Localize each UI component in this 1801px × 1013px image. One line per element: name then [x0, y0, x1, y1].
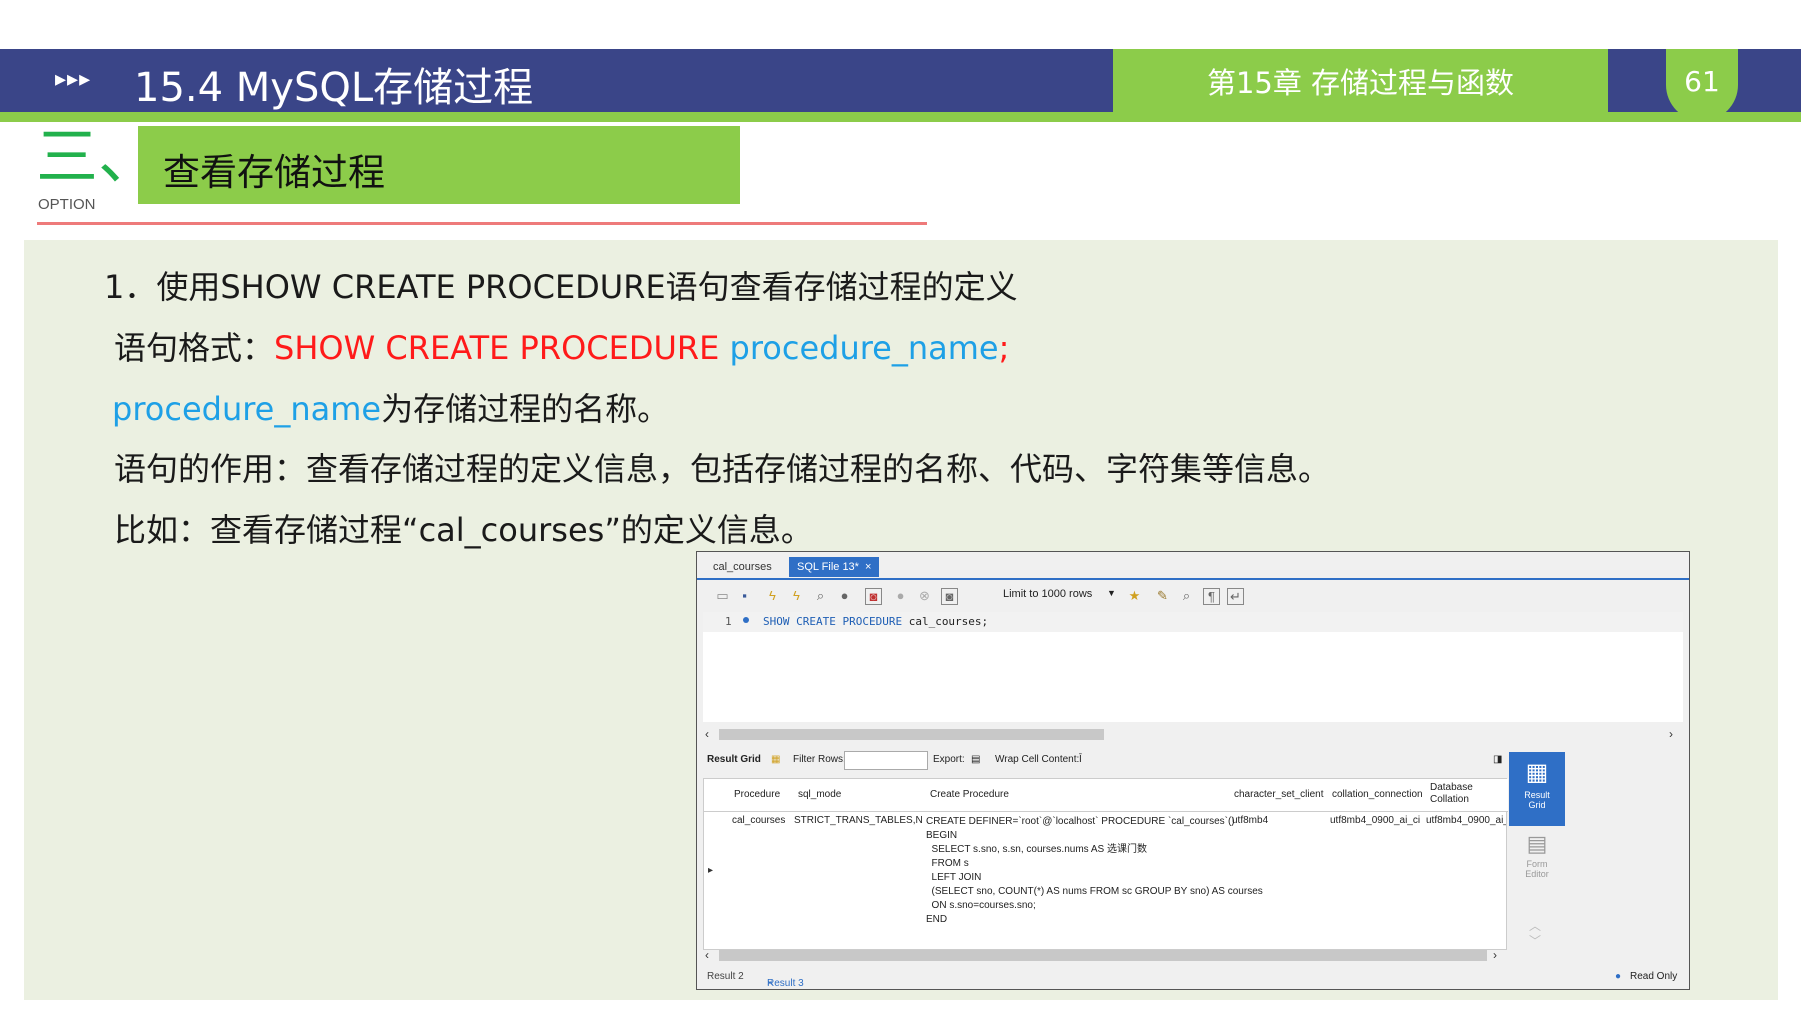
- export-label: Export:: [933, 754, 965, 765]
- save-icon[interactable]: ▪: [737, 588, 752, 603]
- tab-result-2[interactable]: Result 2: [707, 971, 744, 982]
- cell-create-procedure[interactable]: CREATE DEFINER=`root`@`localhost` PROCED…: [926, 815, 1263, 927]
- wrap-cell-icon[interactable]: Ī: [1079, 754, 1082, 765]
- chevron-right-icon[interactable]: ›: [1493, 948, 1497, 962]
- invisible-chars-icon[interactable]: ¶: [1203, 588, 1220, 605]
- param-text: 为存储过程的名称。: [381, 390, 670, 428]
- filter-rows-label: Filter Rows:: [793, 754, 846, 765]
- result-grid-side-label: Result Grid: [1524, 790, 1550, 810]
- editor-scrollbar[interactable]: ‹ ›: [703, 727, 1683, 741]
- result-grid-icon: ▦: [1525, 759, 1549, 786]
- grid-icon[interactable]: ▦: [771, 754, 780, 765]
- commit-icon[interactable]: ●: [893, 588, 908, 603]
- sql-editor[interactable]: 1 SHOW CREATE PROCEDURE cal_courses;: [703, 612, 1683, 722]
- section-underline: [37, 222, 927, 225]
- example-line: 比如：查看存储过程“cal_courses”的定义信息。: [114, 511, 813, 549]
- point-1: 1．使用SHOW CREATE PROCEDURE语句查看存储过程的定义: [104, 268, 1018, 306]
- workbench-screenshot: cal_courses SQL File 13* × ▭ ▪ ϟ ϟ ⌕ ● ◙ …: [696, 551, 1690, 990]
- section-title: 查看存储过程: [163, 151, 385, 194]
- tab-sql-file-label: SQL File 13*: [797, 561, 859, 573]
- page-number-badge: 61: [1666, 49, 1738, 121]
- statement-marker-icon: [743, 617, 749, 623]
- close-icon[interactable]: ×: [767, 978, 773, 989]
- editor-tabs: cal_courses SQL File 13* ×: [697, 552, 1689, 580]
- result-tabs-bar: Result 2 Result 3 × ● Read Only: [697, 964, 1689, 989]
- star-icon[interactable]: ★: [1127, 588, 1142, 603]
- close-icon[interactable]: ×: [865, 561, 871, 573]
- form-editor-icon: ▤: [1526, 831, 1548, 856]
- toggle-autocommit-icon[interactable]: ◙: [865, 588, 882, 605]
- grid-scrollbar[interactable]: ‹ ›: [703, 948, 1507, 962]
- row-selector-icon[interactable]: ▸: [708, 865, 713, 876]
- chevron-left-icon[interactable]: ‹: [705, 948, 709, 962]
- cell-procedure[interactable]: cal_courses: [732, 815, 785, 826]
- rollback-icon[interactable]: ⊗: [917, 588, 932, 603]
- export-icon[interactable]: ▤: [971, 754, 980, 765]
- chevron-right-icon[interactable]: ›: [1669, 727, 1673, 741]
- syntax-prefix: 语句格式：: [114, 329, 275, 367]
- result-grid-label[interactable]: Result Grid: [707, 754, 761, 765]
- panel-toggle-icon[interactable]: ◨: [1493, 754, 1502, 765]
- grid-header: Procedure sql_mode Create Procedure char…: [704, 779, 1508, 812]
- chapter-title: 第15章 存储过程与函数: [1206, 66, 1515, 100]
- form-editor-side-button[interactable]: ▤ Form Editor: [1509, 829, 1565, 891]
- execute-current-icon[interactable]: ϟ: [789, 588, 804, 603]
- syntax-semicolon: ;: [998, 329, 1010, 367]
- col-collation-connection[interactable]: collation_connection: [1332, 789, 1423, 800]
- section-option-label: OPTION: [38, 196, 96, 213]
- sql-toolbar: ▭ ▪ ϟ ϟ ⌕ ● ◙ ● ⊗ ◙ Limit to 1000 rows ▼…: [697, 580, 1689, 610]
- col-sql-mode[interactable]: sql_mode: [798, 789, 841, 800]
- tab-sql-file[interactable]: SQL File 13* ×: [789, 557, 880, 577]
- wrap-cell-label: Wrap Cell Content:: [995, 754, 1080, 765]
- syntax-param: procedure_name: [729, 329, 999, 367]
- read-only-label: Read Only: [1630, 971, 1678, 982]
- col-create-procedure[interactable]: Create Procedure: [930, 789, 1009, 800]
- wrap-lines-icon[interactable]: ↵: [1227, 588, 1244, 605]
- result-grid: Procedure sql_mode Create Procedure char…: [703, 778, 1508, 950]
- cell-sql-mode[interactable]: STRICT_TRANS_TABLES,NO_EN: [794, 815, 922, 826]
- chevron-down-icon[interactable]: ﹀: [1529, 932, 1541, 949]
- execute-icon[interactable]: ϟ: [765, 588, 780, 603]
- beautify-icon[interactable]: ✎: [1155, 588, 1170, 603]
- search-icon[interactable]: ⌕: [1179, 588, 1194, 603]
- syntax-keyword: SHOW CREATE PROCEDURE: [274, 329, 720, 367]
- cell-database-collation[interactable]: utf8mb4_0900_ai_ci: [1426, 815, 1506, 826]
- col-procedure[interactable]: Procedure: [734, 789, 780, 800]
- chevron-down-icon[interactable]: ▼: [1107, 588, 1116, 598]
- stop-icon[interactable]: ●: [837, 588, 852, 603]
- info-icon: ●: [1615, 971, 1622, 982]
- filter-rows-input[interactable]: [844, 751, 928, 770]
- sql-code-rest: cal_courses;: [902, 615, 989, 628]
- explain-icon[interactable]: ⌕: [813, 588, 828, 603]
- tab-cal-courses[interactable]: cal_courses: [705, 557, 780, 577]
- param-name: procedure_name: [112, 390, 382, 428]
- param-description: procedure_name为存储过程的名称。: [112, 384, 669, 430]
- line-number: 1: [725, 615, 732, 628]
- slide-title: 15.4 MySQL存储过程: [134, 65, 534, 111]
- syntax-line: 语句格式：SHOW CREATE PROCEDURE procedure_nam…: [114, 323, 1009, 369]
- sql-code: SHOW CREATE PROCEDURE cal_courses;: [763, 615, 988, 628]
- sql-keyword: SHOW CREATE PROCEDURE: [763, 615, 903, 628]
- purpose-line: 语句的作用：查看存储过程的定义信息，包括存储过程的名称、代码、字符集等信息。: [114, 450, 1331, 488]
- editor-scroll-thumb[interactable]: [719, 729, 1104, 740]
- result-grid-side-button[interactable]: ▦ Result Grid: [1509, 752, 1565, 826]
- stop-on-error-icon[interactable]: ◙: [941, 588, 958, 605]
- form-editor-side-label: Form Editor: [1525, 859, 1549, 879]
- grid-scroll-thumb[interactable]: [719, 950, 1487, 961]
- limit-rows-select[interactable]: Limit to 1000 rows: [1003, 588, 1092, 600]
- col-character-set-client[interactable]: character_set_client: [1234, 789, 1324, 800]
- cell-character-set-client[interactable]: utf8mb4: [1232, 815, 1268, 826]
- folder-icon[interactable]: ▭: [715, 588, 730, 603]
- cell-collation-connection[interactable]: utf8mb4_0900_ai_ci: [1330, 815, 1420, 826]
- chevron-left-icon[interactable]: ‹: [705, 727, 709, 741]
- header-arrows-icon: ▸▸▸: [55, 67, 92, 92]
- col-database-collation[interactable]: Database Collation: [1430, 782, 1490, 806]
